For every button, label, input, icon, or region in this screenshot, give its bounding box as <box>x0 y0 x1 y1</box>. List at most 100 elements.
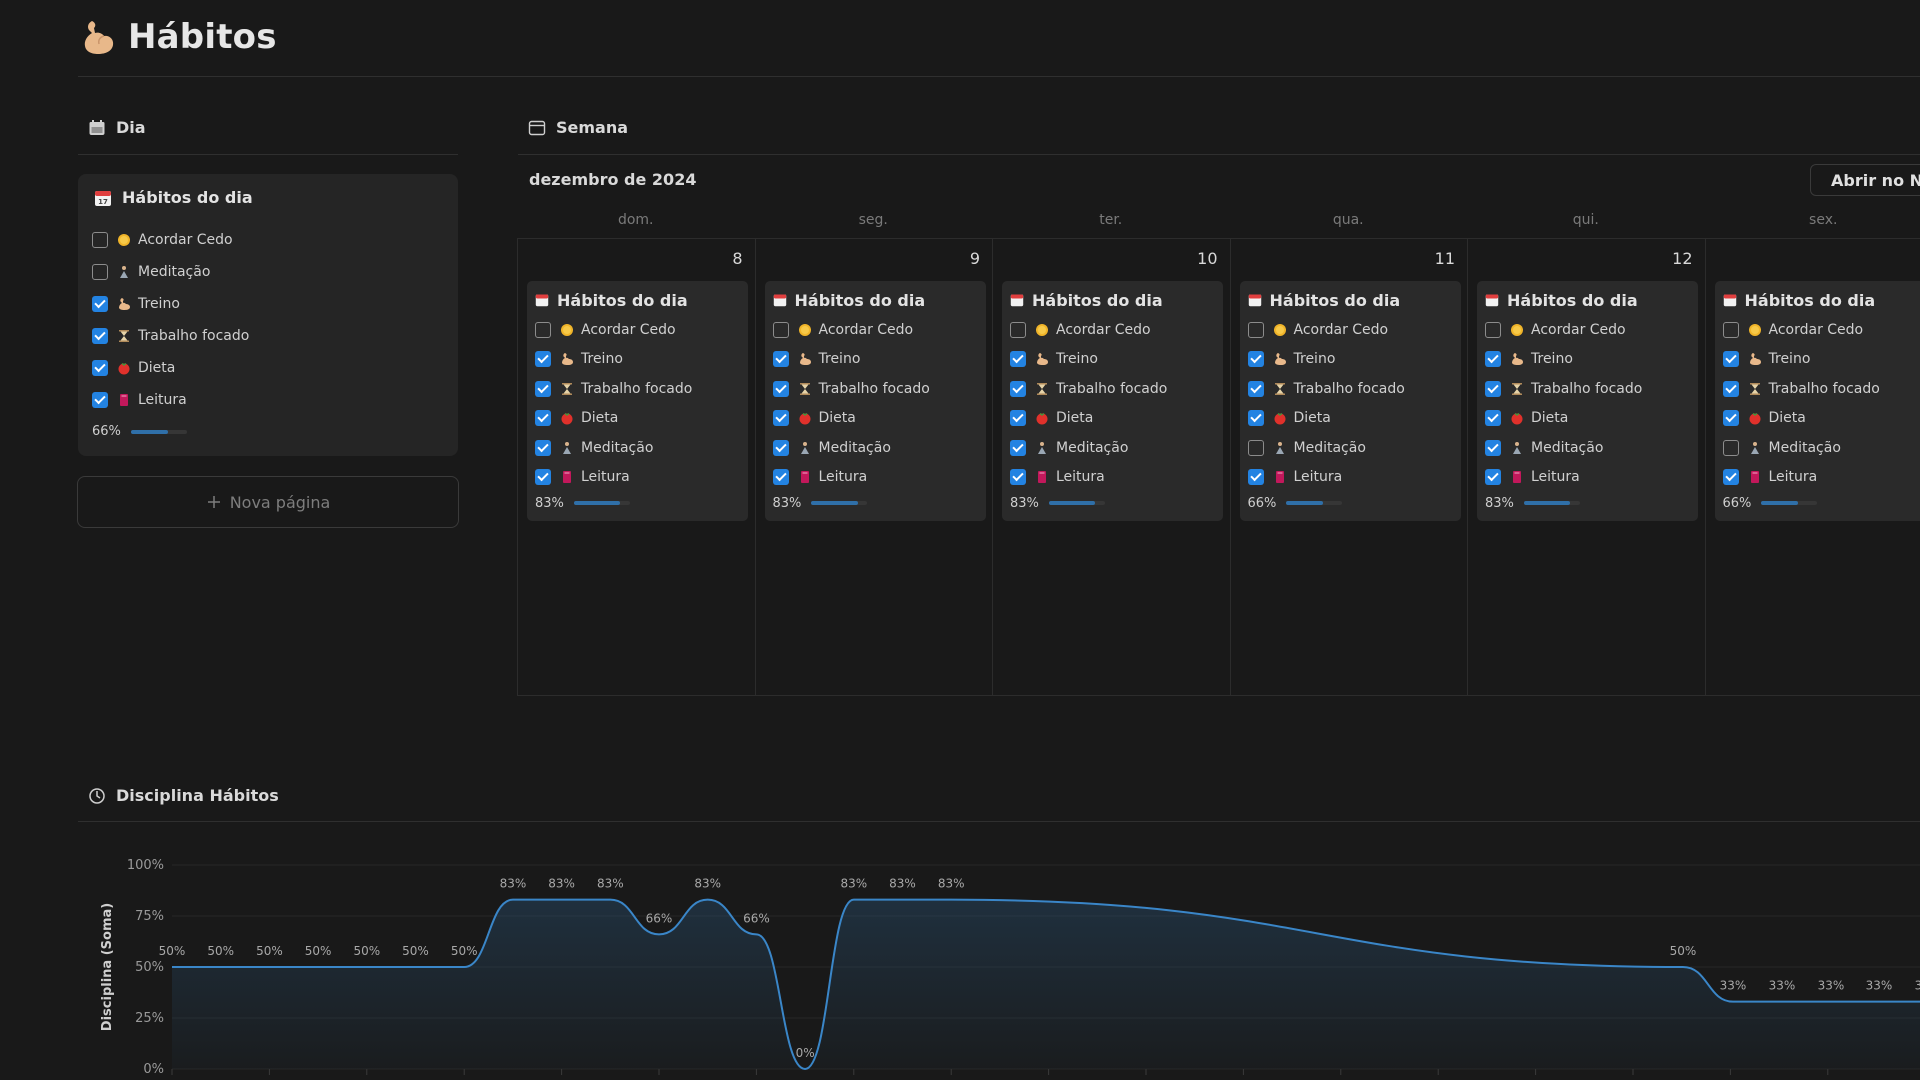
habit-item[interactable]: Dieta <box>1722 404 1920 434</box>
habit-item[interactable]: Dieta <box>1485 404 1690 434</box>
habit-checkbox[interactable] <box>92 360 108 376</box>
habit-checkbox[interactable] <box>1010 469 1026 486</box>
habit-item[interactable]: Acordar Cedo <box>1722 315 1920 345</box>
habit-item[interactable]: Leitura <box>92 384 432 416</box>
habit-item[interactable]: Acordar Cedo <box>92 224 432 256</box>
habit-checkbox[interactable] <box>1485 469 1501 486</box>
habit-item[interactable]: Acordar Cedo <box>1247 315 1453 345</box>
habit-item[interactable]: Trabalho focado <box>1722 374 1920 404</box>
habit-item[interactable]: Trabalho focado <box>92 320 432 352</box>
habit-checkbox[interactable] <box>1722 469 1739 486</box>
habit-checkbox[interactable] <box>92 232 108 248</box>
habit-item[interactable]: Dieta <box>92 352 432 384</box>
habit-item[interactable]: Trabalho focado <box>772 374 978 404</box>
habit-checkbox[interactable] <box>92 392 108 408</box>
habit-item[interactable]: Leitura <box>772 463 978 493</box>
calendar-day-cell[interactable]: 11 Hábitos do dia Acordar Cedo Treino Trabal… <box>1231 239 1468 695</box>
new-page-button[interactable]: Nova página <box>77 476 459 528</box>
habit-item[interactable]: Treino <box>535 345 740 375</box>
habit-checkbox[interactable] <box>535 380 551 397</box>
habit-item[interactable]: Leitura <box>1247 463 1453 493</box>
calendar-day-cell[interactable]: 12 Hábitos do dia Acordar Cedo Treino Trabal… <box>1468 239 1706 695</box>
habit-checkbox[interactable] <box>772 380 789 397</box>
habit-checkbox[interactable] <box>1722 439 1739 456</box>
habit-checkbox[interactable] <box>535 469 551 486</box>
day-habit-card[interactable]: Hábitos do dia Acordar Cedo Treino Trabalho… <box>1477 281 1698 521</box>
habit-checkbox[interactable] <box>1485 380 1501 397</box>
day-habit-card[interactable]: Hábitos do dia Acordar Cedo Treino Trabalho… <box>1002 281 1223 521</box>
day-habit-card[interactable]: Hábitos do dia Acordar Cedo Treino Trabalho… <box>1239 281 1461 521</box>
habit-item[interactable]: Trabalho focado <box>535 374 740 404</box>
habit-checkbox[interactable] <box>1722 380 1739 397</box>
habit-checkbox[interactable] <box>92 296 108 312</box>
habit-checkbox[interactable] <box>1722 410 1739 427</box>
habit-item[interactable]: Treino <box>772 345 978 375</box>
habits-day-card[interactable]: 17 Hábitos do dia Acordar Cedo Meditação T… <box>78 174 458 456</box>
habit-item[interactable]: Dieta <box>1247 404 1453 434</box>
habit-item[interactable]: Trabalho focado <box>1010 374 1215 404</box>
habit-item[interactable]: Treino <box>92 288 432 320</box>
habit-checkbox[interactable] <box>535 439 551 456</box>
habit-item[interactable]: Acordar Cedo <box>772 315 978 345</box>
habit-checkbox[interactable] <box>535 410 551 427</box>
habit-item[interactable]: Leitura <box>1722 463 1920 493</box>
habit-item[interactable]: Treino <box>1247 345 1453 375</box>
habit-item[interactable]: Treino <box>1722 345 1920 375</box>
habit-item[interactable]: Meditação <box>772 433 978 463</box>
habit-item[interactable]: Meditação <box>1247 433 1453 463</box>
disciplina-section-header[interactable]: Disciplina Hábitos <box>88 786 279 805</box>
habit-checkbox[interactable] <box>92 328 108 344</box>
habit-checkbox[interactable] <box>772 410 789 427</box>
habit-item[interactable]: Trabalho focado <box>1247 374 1453 404</box>
habit-item[interactable]: Acordar Cedo <box>1010 315 1215 345</box>
habit-checkbox[interactable] <box>1247 351 1264 368</box>
habit-checkbox[interactable] <box>772 351 789 368</box>
habit-checkbox[interactable] <box>1485 321 1501 338</box>
habit-item[interactable]: Treino <box>1485 345 1690 375</box>
calendar-day-cell[interactable]: 9 Hábitos do dia Acordar Cedo Treino Trabalh… <box>756 239 993 695</box>
calendar-day-cell[interactable]: 10 Hábitos do dia Acordar Cedo Treino Trabal… <box>993 239 1231 695</box>
habit-checkbox[interactable] <box>772 439 789 456</box>
habit-checkbox[interactable] <box>92 264 108 280</box>
habit-checkbox[interactable] <box>1010 351 1026 368</box>
habit-item[interactable]: Dieta <box>772 404 978 434</box>
day-habit-card[interactable]: Hábitos do dia Acordar Cedo Treino Trabalho… <box>764 281 986 521</box>
habit-checkbox[interactable] <box>1247 469 1264 486</box>
habit-checkbox[interactable] <box>1485 439 1501 456</box>
semana-section-header[interactable]: Semana <box>528 118 628 137</box>
habit-checkbox[interactable] <box>772 321 789 338</box>
day-habit-card[interactable]: Hábitos do dia Acordar Cedo Treino Trabalho… <box>527 281 748 521</box>
habit-checkbox[interactable] <box>1485 351 1501 368</box>
calendar-day-cell[interactable]: 8 Hábitos do dia Acordar Cedo Treino Trabalh… <box>518 239 756 695</box>
habit-checkbox[interactable] <box>1722 321 1739 338</box>
card-title-row[interactable]: 17 Hábitos do dia <box>94 188 253 207</box>
habit-item[interactable]: Dieta <box>535 404 740 434</box>
habit-checkbox[interactable] <box>772 469 789 486</box>
habit-item[interactable]: Leitura <box>1485 463 1690 493</box>
habit-item[interactable]: Meditação <box>92 256 432 288</box>
dia-section-header[interactable]: Dia <box>88 118 146 137</box>
habit-checkbox[interactable] <box>1010 321 1026 338</box>
habit-checkbox[interactable] <box>1010 380 1026 397</box>
habit-item[interactable]: Trabalho focado <box>1485 374 1690 404</box>
habit-item[interactable]: Meditação <box>1485 433 1690 463</box>
day-habit-card[interactable]: Hábitos do dia Acordar Cedo Treino Trabalho… <box>1714 281 1920 521</box>
habit-checkbox[interactable] <box>1247 380 1264 397</box>
habit-item[interactable]: Treino <box>1010 345 1215 375</box>
habit-item[interactable]: Meditação <box>535 433 740 463</box>
habit-item[interactable]: Leitura <box>535 463 740 493</box>
habit-item[interactable]: Acordar Cedo <box>1485 315 1690 345</box>
habit-item[interactable]: Meditação <box>1722 433 1920 463</box>
habit-checkbox[interactable] <box>535 351 551 368</box>
habit-item[interactable]: Dieta <box>1010 404 1215 434</box>
habit-checkbox[interactable] <box>1247 439 1264 456</box>
habit-checkbox[interactable] <box>535 321 551 338</box>
habit-checkbox[interactable] <box>1485 410 1501 427</box>
open-in-notion-button[interactable]: 13 Abrir no Notion <box>1810 164 1920 196</box>
calendar-day-cell[interactable]: 13Hábitos do diaAcordar CedoTreinoTrabal… <box>1706 239 1920 695</box>
habit-item[interactable]: Meditação <box>1010 433 1215 463</box>
habit-checkbox[interactable] <box>1247 321 1264 338</box>
habit-item[interactable]: Acordar Cedo <box>535 315 740 345</box>
habit-checkbox[interactable] <box>1010 410 1026 427</box>
habit-checkbox[interactable] <box>1010 439 1026 456</box>
